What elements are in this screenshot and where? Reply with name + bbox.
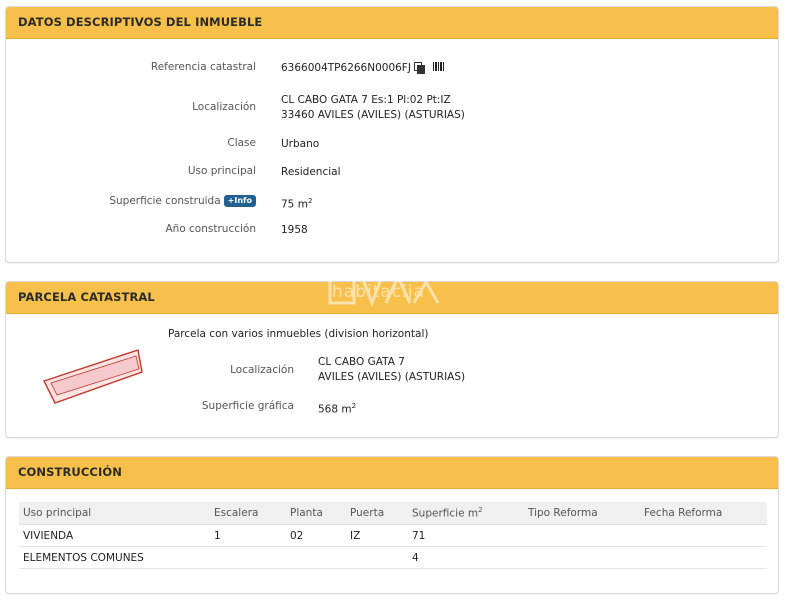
col-escalera: Escalera [210, 502, 286, 525]
info-button[interactable]: +Info [223, 195, 256, 207]
localizacion-value: CL CABO GATA 7 Es:1 Pl:02 Pt:IZ 33460 AV… [281, 93, 465, 123]
col-superficie-text: Superficie m [412, 507, 479, 520]
localizacion-line2: 33460 AVILES (AVILES) (ASTURIAS) [281, 109, 465, 121]
table-row: VIVIENDA 1 02 IZ 71 [19, 524, 767, 547]
cell-tipo-reforma [524, 546, 640, 569]
col-puerta: Puerta [346, 502, 408, 525]
superficie-value-text: 75 m [281, 198, 308, 211]
construccion-panel: CONSTRUCCIÓN Uso principal Escalera Plan… [5, 456, 779, 594]
parcela-superficie-text: 568 m [318, 403, 352, 416]
table-header-row: Uso principal Escalera Planta Puerta Sup… [19, 502, 767, 525]
table-row: ELEMENTOS COMUNES 4 [19, 546, 767, 569]
uso-label: Uso principal [187, 165, 256, 177]
parcela-superficie-label: Superficie gráfica [201, 400, 294, 412]
referencia-value: 6366004TP6266N0006FJ [281, 61, 445, 76]
referencia-label: Referencia catastral [150, 61, 256, 73]
anio-value: 1958 [281, 224, 308, 236]
construccion-panel-title: CONSTRUCCIÓN [6, 457, 778, 489]
cell-tipo-reforma [524, 524, 640, 547]
clase-value: Urbano [281, 138, 320, 150]
parcela-localizacion-value: CL CABO GATA 7 AVILES (AVILES) (ASTURIAS… [318, 355, 465, 385]
cell-escalera: 1 [210, 524, 286, 547]
uso-value: Residencial [281, 166, 341, 178]
parcela-description: Parcela con varios inmuebles (division h… [168, 328, 429, 340]
superficie-label-text: Superficie construida [109, 195, 221, 207]
cell-fecha-reforma [640, 524, 767, 547]
cell-fecha-reforma [640, 546, 767, 569]
cell-superficie: 71 [408, 524, 524, 547]
cell-uso: ELEMENTOS COMUNES [19, 546, 210, 569]
referencia-text: 6366004TP6266N0006FJ [281, 62, 411, 74]
cell-uso: VIVIENDA [19, 524, 210, 547]
parcela-localizacion-line2: AVILES (AVILES) (ASTURIAS) [318, 371, 466, 383]
localizacion-label: Localización [192, 101, 256, 113]
parcela-panel: PARCELA CATASTRAL Parcela con varios inm… [5, 281, 779, 438]
parcela-localizacion-label: Localización [230, 364, 294, 376]
parcela-panel-title: PARCELA CATASTRAL [6, 282, 778, 314]
col-planta: Planta [286, 502, 346, 525]
copy-icon[interactable] [413, 62, 425, 74]
barcode-icon[interactable] [432, 62, 445, 71]
cell-planta [286, 546, 346, 569]
cell-superficie: 4 [408, 546, 524, 569]
col-fecha-reforma: Fecha Reforma [640, 502, 767, 525]
parcela-superficie-unit-sup: 2 [351, 402, 357, 410]
parcela-superficie-value: 568 m2 [318, 399, 356, 418]
construccion-table: Uso principal Escalera Planta Puerta Sup… [19, 502, 767, 569]
superficie-value: 75 m2 [281, 194, 312, 213]
datos-panel-title: DATOS DESCRIPTIVOS DEL INMUEBLE [6, 7, 778, 39]
datos-panel: DATOS DESCRIPTIVOS DEL INMUEBLE Referenc… [5, 6, 779, 263]
superficie-unit-sup: 2 [307, 197, 313, 205]
cell-puerta [346, 546, 408, 569]
clase-label: Clase [227, 137, 256, 149]
parcel-map[interactable] [41, 345, 151, 407]
localizacion-line1: CL CABO GATA 7 Es:1 Pl:02 Pt:IZ [281, 94, 451, 106]
parcela-localizacion-line1: CL CABO GATA 7 [318, 356, 405, 368]
col-uso-principal: Uso principal [19, 502, 210, 525]
col-tipo-reforma: Tipo Reforma [524, 502, 640, 525]
anio-label: Año construcción [165, 223, 256, 235]
superficie-label: Superficie construida +Info [66, 195, 256, 207]
col-superficie-sup: 2 [478, 506, 483, 515]
cell-escalera [210, 546, 286, 569]
cell-puerta: IZ [346, 524, 408, 547]
cell-planta: 02 [286, 524, 346, 547]
col-superficie: Superficie m2 [408, 502, 524, 525]
